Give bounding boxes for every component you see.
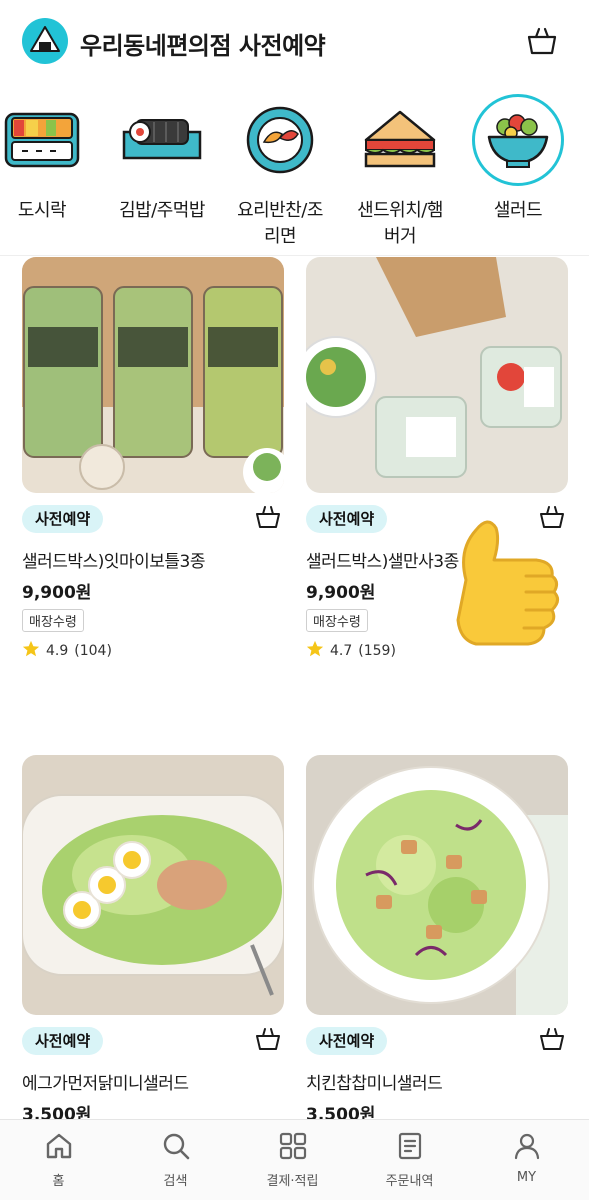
qr-pay-icon	[277, 1130, 309, 1162]
category-label: 도시락	[17, 200, 67, 221]
category-bar: 도시락 김밥/주먹밥 요리반찬/조 리면 샌드위치/햄 버거 샐러드	[0, 84, 589, 256]
kimbap-icon	[116, 94, 208, 186]
side-dish-plate-icon	[234, 94, 326, 186]
nav-label: 검색	[163, 1174, 188, 1189]
preorder-badge: 사전예약	[306, 505, 388, 533]
add-to-cart-basket-icon[interactable]	[538, 1025, 566, 1053]
nav-orders[interactable]: 주문내역	[351, 1130, 468, 1189]
star-icon	[306, 640, 324, 662]
lunchbox-icon	[0, 94, 88, 186]
product-image[interactable]	[22, 755, 284, 1015]
product-card[interactable]: 사전예약 에그가먼저닭미니샐러드 3,500원	[22, 755, 284, 1119]
preorder-badge: 사전예약	[306, 1027, 388, 1055]
star-icon	[22, 640, 40, 662]
category-item-salad[interactable]: 샐러드	[458, 94, 578, 224]
rating-score: 4.9	[46, 643, 69, 659]
product-image[interactable]	[306, 755, 568, 1015]
nav-label: 주문내역	[385, 1174, 434, 1189]
product-rating: 4.9 (104)	[22, 640, 284, 662]
nav-my[interactable]: MY	[468, 1130, 585, 1185]
product-name: 에그가먼저닭미니샐러드	[22, 1074, 189, 1094]
basket-icon[interactable]	[525, 24, 559, 58]
category-label: 요리반찬/조 리면	[237, 200, 323, 247]
product-price: 3,500원	[22, 1105, 92, 1119]
review-count: (104)	[74, 643, 112, 659]
category-item-side-dish[interactable]: 요리반찬/조 리면	[220, 94, 340, 250]
nav-label: MY	[516, 1170, 537, 1185]
category-item-sandwich[interactable]: 샌드위치/햄 버거	[340, 94, 460, 250]
bottom-nav: 홈 검색 결제·적립 주문내역 MY	[0, 1119, 589, 1200]
add-to-cart-basket-icon[interactable]	[254, 503, 282, 531]
pickup-tag: 매장수령	[306, 609, 368, 632]
pickup-tag: 매장수령	[22, 609, 84, 632]
product-name: 치킨찹찹미니샐러드	[306, 1074, 443, 1094]
page-title: 우리동네편의점 사전예약	[80, 32, 326, 60]
product-card[interactable]: 사전예약 치킨찹찹미니샐러드 3,500원	[306, 755, 568, 1119]
category-label: 샌드위치/햄 버거	[357, 200, 443, 247]
product-image[interactable]	[306, 257, 568, 493]
sandwich-icon	[354, 94, 446, 186]
nav-label: 홈	[52, 1174, 65, 1189]
product-price: 9,900원	[22, 583, 92, 603]
preorder-badge: 사전예약	[22, 1027, 104, 1055]
salad-bowl-icon	[472, 94, 564, 186]
category-label: 샐러드	[493, 200, 543, 221]
nav-label: 결제·적립	[266, 1174, 319, 1189]
category-label: 김밥/주먹밥	[119, 200, 205, 221]
preorder-badge: 사전예약	[22, 505, 104, 533]
review-count: (159)	[358, 643, 396, 659]
search-icon	[160, 1130, 192, 1162]
user-icon	[511, 1130, 543, 1162]
order-history-icon	[394, 1130, 426, 1162]
nav-search[interactable]: 검색	[117, 1130, 234, 1189]
product-grid: 사전예약 샐러드박스)잇마이보틀3종 9,900원 매장수령 4.9 (104)	[0, 257, 589, 1119]
app-header: 우리동네편의점 사전예약	[0, 0, 589, 84]
product-price: 3,500원	[306, 1105, 376, 1119]
thumbs-up-icon	[436, 510, 566, 660]
category-item-lunchbox[interactable]: 도시락	[0, 94, 102, 224]
rice-ball-logo-icon[interactable]	[22, 18, 68, 64]
nav-home[interactable]: 홈	[0, 1130, 117, 1189]
nav-pay[interactable]: 결제·적립	[234, 1130, 351, 1189]
product-card[interactable]: 사전예약 샐러드박스)잇마이보틀3종 9,900원 매장수령 4.9 (104)	[22, 257, 284, 662]
add-to-cart-basket-icon[interactable]	[254, 1025, 282, 1053]
product-image[interactable]	[22, 257, 284, 493]
home-icon	[43, 1130, 75, 1162]
rating-score: 4.7	[330, 643, 353, 659]
category-item-kimbap[interactable]: 김밥/주먹밥	[102, 94, 222, 224]
product-name: 샐러드박스)잇마이보틀3종	[22, 552, 206, 572]
